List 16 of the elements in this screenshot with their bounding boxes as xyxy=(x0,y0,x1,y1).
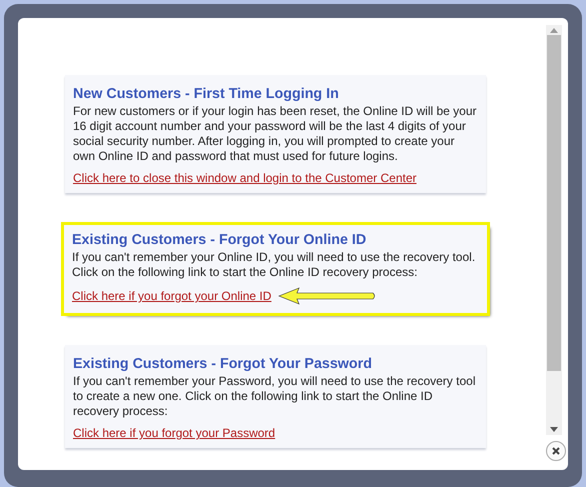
down-arrow-icon[interactable] xyxy=(550,427,558,433)
section-text: For new customers or if your login has been reset, the Online ID will be your 16 digit account number and your password will be the last 4 digits of your social security number. After logging in, you will prompted to create your own Online ID and password that must used for future logins. xyxy=(73,104,478,164)
scroll-thumb[interactable] xyxy=(546,35,560,371)
arrow-icon xyxy=(277,287,378,305)
scrollbar[interactable] xyxy=(546,25,562,435)
close-icon xyxy=(552,447,560,455)
section-text: If you can't remember your Password, you will need to use the recovery tool to create a new one. Click on the following link to start the Online ID recovery process: xyxy=(73,374,476,419)
section-link[interactable]: Click here to close this window and login to the Customer Center xyxy=(73,171,416,185)
section-title: New Customers - First Time Logging In xyxy=(73,86,340,102)
section-title: Existing Customers - Forgot Your Online ID xyxy=(72,232,368,248)
section-link[interactable]: Click here if you forgot your Online ID xyxy=(72,289,272,303)
section-title: Existing Customers - Forgot Your Password xyxy=(73,356,373,372)
close-button[interactable] xyxy=(546,441,566,461)
section-text: If you can't remember your Online ID, you will need to use the recovery tool. Click on the following link to start the Online ID recovery process: xyxy=(72,250,476,280)
section-link[interactable]: Click here if you forgot your Password xyxy=(73,426,276,440)
up-arrow-icon[interactable] xyxy=(550,27,558,33)
